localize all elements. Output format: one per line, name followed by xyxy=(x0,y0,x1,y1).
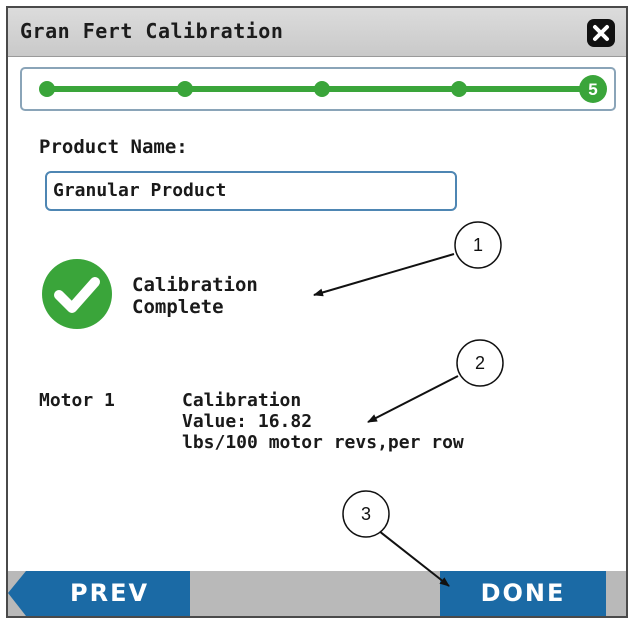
calibration-value-block: Calibration Value: 16.82 lbs/100 motor r… xyxy=(182,390,464,453)
callout-1: 1 xyxy=(313,221,502,297)
bottom-button-bar: PREV DONE xyxy=(8,571,626,616)
step-dot-3 xyxy=(314,81,330,97)
status-line-1: Calibration xyxy=(132,274,258,296)
check-complete-icon xyxy=(42,259,112,329)
status-line-2: Complete xyxy=(132,296,224,318)
motor-label: Motor 1 xyxy=(39,390,115,411)
dialog-title: Gran Fert Calibration xyxy=(20,19,284,43)
callout-1-number: 1 xyxy=(473,235,483,255)
calibration-value-line-2: Value: 16.82 xyxy=(182,411,313,432)
title-bar: Gran Fert Calibration xyxy=(8,8,626,57)
product-name-label: Product Name: xyxy=(39,136,188,158)
prev-button[interactable]: PREV xyxy=(8,571,190,616)
calibration-units-line: lbs/100 motor revs,per row xyxy=(182,432,464,453)
step-dot-4 xyxy=(451,81,467,97)
step-progress-track: 5 xyxy=(39,75,607,103)
step-dot-1 xyxy=(39,81,55,97)
step-dot-2 xyxy=(177,81,193,97)
calibration-dialog: Gran Fert Calibration 5 Product Name: Gr… xyxy=(6,6,628,618)
step-progress-bar: 5 xyxy=(20,67,616,111)
current-step-number: 5 xyxy=(588,80,597,99)
product-name-field[interactable]: Granular Product xyxy=(45,171,457,211)
calibration-status: Calibration Complete xyxy=(132,274,258,318)
callout-2-number: 2 xyxy=(475,353,485,373)
callout-1-arrow xyxy=(313,253,455,297)
calibration-value-line-1: Calibration xyxy=(182,390,302,411)
callout-3-number: 3 xyxy=(361,504,371,524)
close-icon[interactable] xyxy=(586,18,616,48)
done-button[interactable]: DONE xyxy=(440,571,606,616)
